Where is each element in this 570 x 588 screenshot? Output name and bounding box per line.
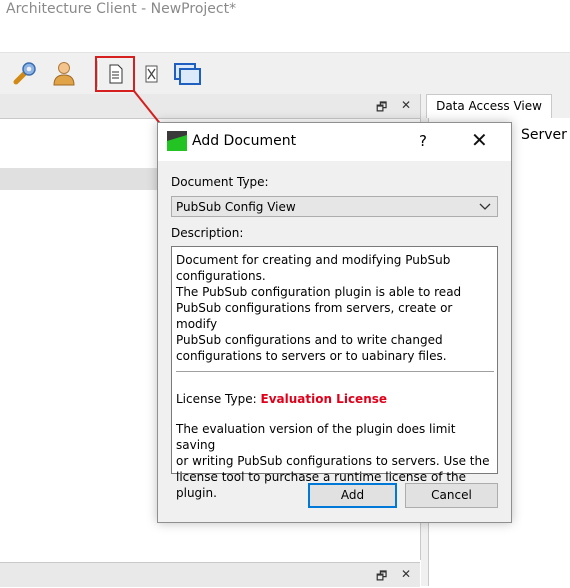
cancel-button[interactable]: Cancel [405,483,498,508]
description-text: Document for creating and modifying PubS… [176,253,462,363]
document-type-select[interactable]: PubSub Config View [171,196,498,217]
license-type: Evaluation License [260,392,388,406]
description-divider [176,371,494,372]
description-label: Description: [171,226,244,240]
help-button[interactable]: ? [419,132,427,150]
license-line: License Type: Evaluation License [176,392,387,406]
dialog-close-button[interactable]: ✕ [471,128,488,152]
dialog-app-icon [167,131,187,151]
dialog-title: Add Document [192,133,297,149]
document-type-value: PubSub Config View [176,200,296,214]
add-button[interactable]: Add [308,483,397,508]
chevron-down-icon [479,199,491,216]
document-type-label: Document Type: [171,175,269,189]
description-box[interactable]: Document for creating and modifying PubS… [171,246,498,500]
license-label: License Type: [176,392,257,406]
